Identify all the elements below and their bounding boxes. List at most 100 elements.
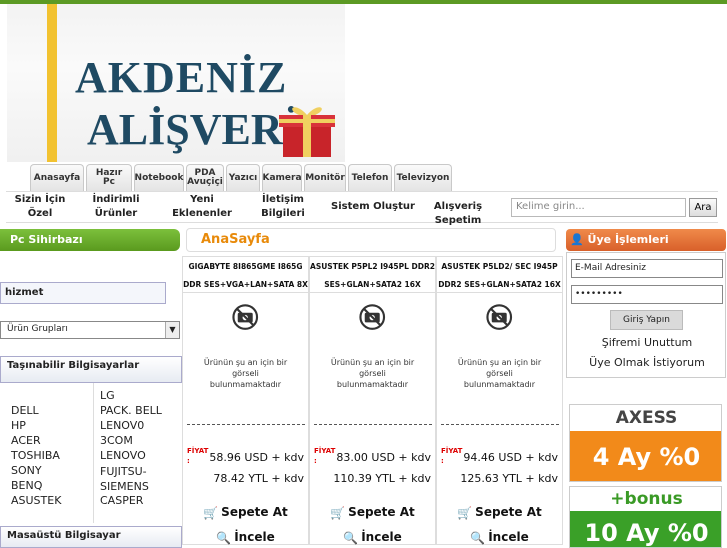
login-button[interactable]: Giriş Yapın (610, 310, 683, 330)
no-camera-icon (310, 301, 435, 361)
cart-icon: 🛒 (457, 505, 473, 520)
brand-link[interactable]: CASPER (100, 494, 143, 507)
price-label: FİYAT : (314, 447, 336, 465)
price-ytl: 125.63 YTL + kdv (460, 472, 558, 485)
brand-link[interactable]: LENOVO (100, 449, 146, 462)
brand-link[interactable]: DELL (11, 404, 39, 417)
nav-alisveris-sepetim[interactable]: Alışveriş Sepetim (418, 200, 498, 228)
tab-anasayfa[interactable]: Anasayfa (30, 164, 84, 191)
magnifier-icon: 🔍 (216, 530, 232, 545)
detail-label: İncele (234, 530, 275, 544)
price-divider (187, 424, 305, 425)
password-field[interactable]: ••••••••• (571, 285, 723, 304)
product-card: ASUSTEK P5PL2 I945PL DDR2 SES+GLAN+SATA2… (309, 256, 436, 545)
brand-link[interactable]: ACER (11, 434, 41, 447)
detail-label: İncele (488, 530, 529, 544)
brand-link[interactable]: HP (11, 419, 26, 432)
search-input[interactable]: Kelime girin... (511, 198, 686, 217)
price-ytl: 110.39 YTL + kdv (333, 472, 431, 485)
brand-link[interactable]: ASUSTEK (11, 494, 61, 507)
brand-link[interactable]: BENQ (11, 479, 42, 492)
price-label: FİYAT : (187, 447, 209, 465)
brand-link[interactable]: FUJITSU-SIEMENS (100, 464, 170, 494)
price-ytl: 78.42 YTL + kdv (213, 472, 304, 485)
price-label: FİYAT : (441, 447, 463, 465)
logo-line1: AKDENİZ (75, 53, 288, 102)
gift-icon (279, 107, 335, 157)
register-link[interactable]: Üye Olmak İstiyorum (567, 356, 727, 369)
nav-yeni-eklenenler[interactable]: Yeni Eklenenler (166, 193, 238, 221)
no-camera-icon (183, 301, 308, 361)
brand-divider (93, 383, 94, 523)
product-group-select[interactable]: Ürün Grupları ▼ (0, 321, 180, 339)
forgot-password-link[interactable]: Şifremi Unuttum (567, 336, 727, 349)
product-name[interactable]: GIGABYTE 8I865GME I865G DDR SES+VGA+LAN+… (183, 257, 308, 293)
axess-offer: 4 Ay %0 (570, 431, 721, 481)
add-to-cart-button[interactable]: 🛒 Sepete At (310, 505, 435, 520)
brand-link[interactable]: LENOV0 (100, 419, 144, 432)
product-name[interactable]: ASUSTEK P5PL2 I945PL DDR2 SES+GLAN+SATA2… (310, 257, 435, 293)
pc-wizard-header[interactable]: Pc Sihirbazı (0, 229, 180, 251)
nav-indirimli-urunler[interactable]: İndirimli Ürünler (88, 193, 144, 221)
cart-icon: 🛒 (330, 505, 346, 520)
bonus-offer: 10 Ay %0 (570, 511, 721, 547)
category-laptops[interactable]: Taşınabilir Bilgisayarlar (0, 356, 182, 383)
search-button[interactable]: Ara (689, 198, 717, 217)
nav-sistem-olustur[interactable]: Sistem Oluştur (324, 200, 422, 214)
detail-button[interactable]: 🔍 İncele (310, 530, 435, 545)
product-group-select-value: Ürün Grupları (7, 324, 68, 334)
user-icon: 👤 (570, 233, 584, 246)
tab-yazici[interactable]: Yazıcı (226, 164, 260, 191)
magnifier-icon: 🔍 (470, 530, 486, 545)
brand-link[interactable]: LG (100, 389, 115, 402)
site-logo[interactable]: AKDENİZ ALİŞVERİŞ (7, 4, 345, 162)
nav-sizin-icin-ozel[interactable]: Sizin İçin Özel (12, 193, 68, 221)
member-header: 👤 Üye İşlemleri (566, 229, 726, 251)
no-camera-icon (437, 301, 562, 361)
login-box: E-Mail Adresiniz ••••••••• Giriş Yapın Ş… (566, 252, 726, 378)
page-title: AnaSayfa (186, 228, 556, 252)
product-name[interactable]: ASUSTEK P5LD2/ SEC I945P DDR2 SES+GLAN+S… (437, 257, 562, 293)
price-usd: 83.00 USD + kdv (336, 451, 431, 464)
add-to-cart-label: Sepete At (221, 505, 288, 519)
axess-banner[interactable]: AXESS 4 Ay %0 (569, 404, 722, 482)
secondary-nav: Sizin İçin Özel İndirimli Ürünler Yeni E… (6, 191, 718, 226)
price-divider (441, 424, 559, 425)
brand-link[interactable]: SONY (11, 464, 42, 477)
magnifier-icon: 🔍 (343, 530, 359, 545)
brand-link[interactable]: TOSHIBA (11, 449, 60, 462)
brand-link[interactable]: PACK. BELL (100, 404, 162, 417)
detail-label: İncele (361, 530, 402, 544)
brand-link[interactable]: 3COM (100, 434, 133, 447)
add-to-cart-button[interactable]: 🛒 Sepete At (437, 505, 562, 520)
no-image-text: Ürünün şu an için bir görseli bulunmamak… (457, 358, 542, 389)
price-usd: 58.96 USD + kdv (209, 451, 304, 464)
tab-hazir-pc[interactable]: Hazır Pc (86, 164, 132, 191)
hizmet-box[interactable]: hizmet (0, 282, 166, 304)
no-image-text: Ürünün şu an için bir görseli bulunmamak… (203, 358, 288, 389)
member-header-label: Üye İşlemleri (587, 233, 669, 246)
category-tabs: Anasayfa Hazır Pc Notebook PDA Avuçiçi Y… (30, 164, 452, 192)
cart-icon: 🛒 (203, 505, 219, 520)
tab-kamera[interactable]: Kamera (262, 164, 302, 191)
tab-notebook[interactable]: Notebook (134, 164, 184, 191)
detail-button[interactable]: 🔍 İncele (183, 530, 308, 545)
nav-iletisim[interactable]: İletişim Bilgileri (254, 193, 312, 221)
price-divider (314, 424, 432, 425)
no-image-text: Ürünün şu an için bir görseli bulunmamak… (330, 358, 415, 389)
add-to-cart-label: Sepete At (348, 505, 415, 519)
tab-telefon[interactable]: Telefon (348, 164, 392, 191)
add-to-cart-button[interactable]: 🛒 Sepete At (183, 505, 308, 520)
price-usd: 94.46 USD + kdv (463, 451, 558, 464)
product-card: GIGABYTE 8I865GME I865G DDR SES+VGA+LAN+… (182, 256, 309, 545)
chevron-down-icon[interactable]: ▼ (165, 322, 179, 338)
product-card: ASUSTEK P5LD2/ SEC I945P DDR2 SES+GLAN+S… (436, 256, 563, 545)
bonus-banner[interactable]: +bonus 10 Ay %0 (569, 486, 722, 548)
email-field[interactable]: E-Mail Adresiniz (571, 259, 723, 278)
tab-pda[interactable]: PDA Avuçiçi (186, 164, 224, 191)
tab-televizyon[interactable]: Televizyon (394, 164, 452, 191)
tab-monitor[interactable]: Monitör (304, 164, 346, 191)
add-to-cart-label: Sepete At (475, 505, 542, 519)
detail-button[interactable]: 🔍 İncele (437, 530, 562, 545)
bonus-logo: +bonus (610, 489, 683, 509)
